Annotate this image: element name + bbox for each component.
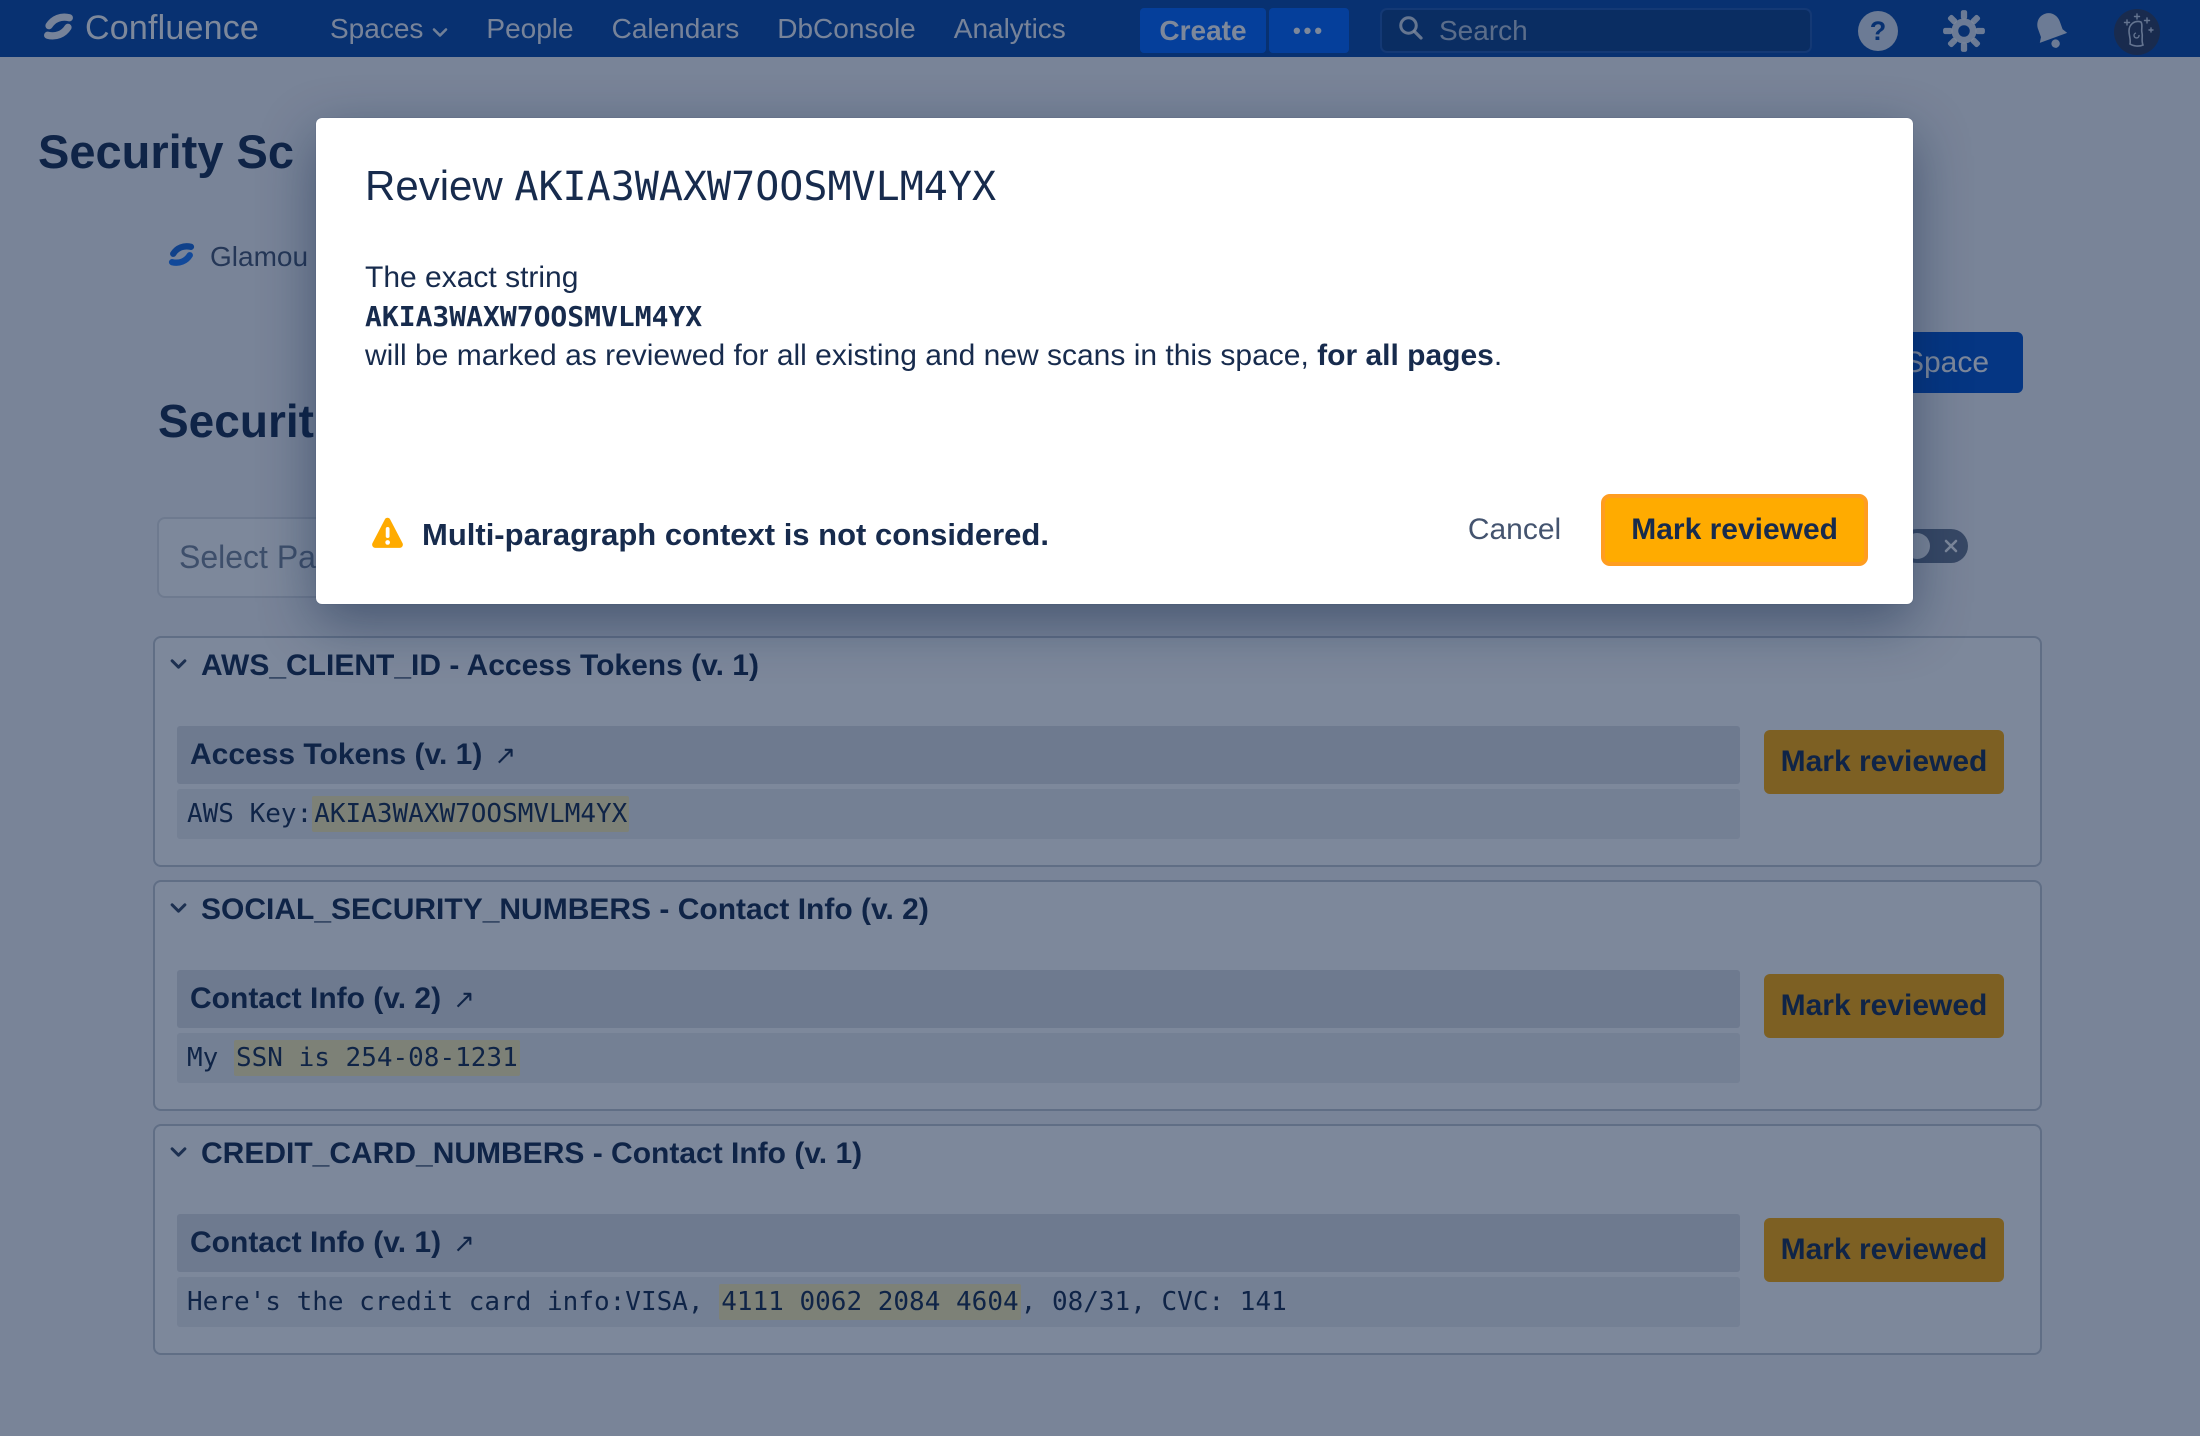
review-dialog: Review AKIA3WAXW7OOSMVLM4YX The exact st…	[316, 118, 1913, 604]
warning-text: Multi-paragraph context is not considere…	[422, 517, 1049, 553]
secret-key-text: AKIA3WAXW7OOSMVLM4YX	[365, 297, 1815, 336]
cancel-button[interactable]: Cancel	[1462, 503, 1567, 557]
dialog-footer: Cancel Mark reviewed	[1462, 494, 1868, 566]
dialog-body: The exact string AKIA3WAXW7OOSMVLM4YX wi…	[365, 258, 1815, 375]
dialog-line-1: The exact string	[365, 258, 1815, 297]
secret-key-text: AKIA3WAXW7OOSMVLM4YX	[514, 164, 996, 210]
warning-icon	[370, 516, 405, 554]
for-all-pages-emphasis: for all pages	[1317, 339, 1494, 372]
mark-reviewed-confirm-button[interactable]: Mark reviewed	[1601, 494, 1868, 566]
screen: Confluence Spaces People Calendars DbCon…	[0, 0, 2200, 1436]
dialog-line-3: will be marked as reviewed for all exist…	[365, 336, 1815, 375]
dialog-warning: Multi-paragraph context is not considere…	[370, 516, 1049, 554]
dialog-title: Review AKIA3WAXW7OOSMVLM4YX	[365, 162, 996, 211]
